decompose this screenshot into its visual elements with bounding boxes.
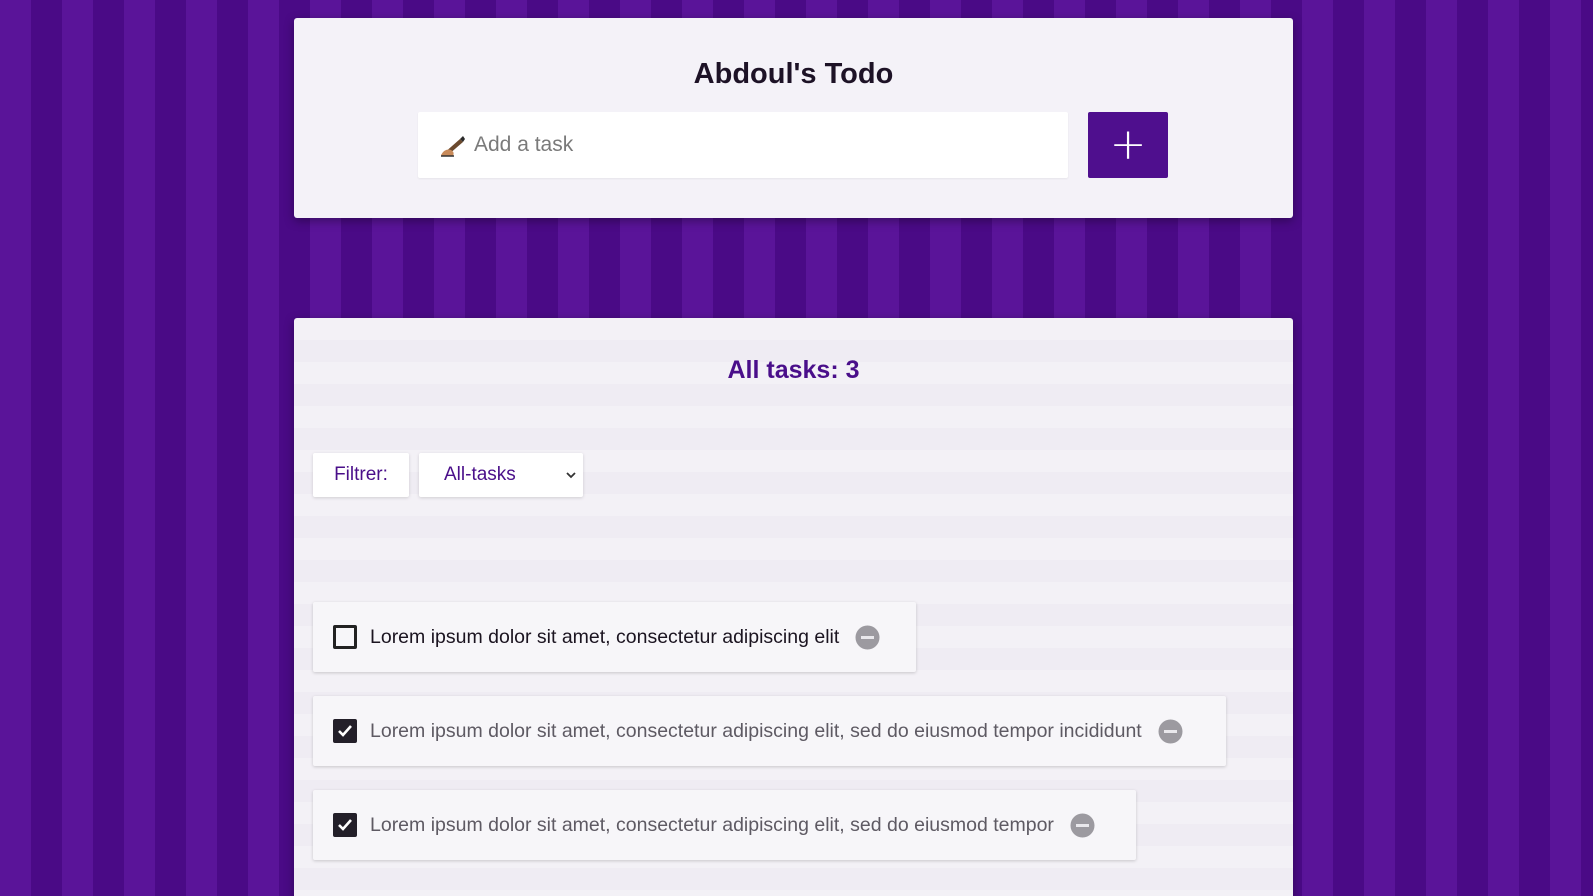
add-task-card: Abdoul's Todo + <box>294 18 1293 218</box>
task-item: Lorem ipsum dolor sit amet, consectetur … <box>313 790 1136 860</box>
filter-select[interactable]: All-tasks <box>419 453 583 497</box>
checkmark-icon <box>338 725 352 737</box>
tasks-card: All tasks: 3 Filtrer: All-tasks Lorem ip… <box>294 318 1293 896</box>
add-task-button[interactable]: + <box>1088 112 1168 178</box>
filter-label: Filtrer: <box>313 453 409 497</box>
app-title: Abdoul's Todo <box>693 58 894 90</box>
filter-selected-value: All-tasks <box>444 464 516 485</box>
remove-icon[interactable] <box>1158 719 1183 744</box>
add-task-field[interactable] <box>418 112 1068 178</box>
task-checkbox[interactable] <box>333 719 357 743</box>
task-text: Lorem ipsum dolor sit amet, consectetur … <box>370 719 1142 742</box>
task-checkbox[interactable] <box>333 813 357 837</box>
task-item: Lorem ipsum dolor sit amet, consectetur … <box>313 602 916 672</box>
remove-icon[interactable] <box>855 625 880 650</box>
checkmark-icon <box>338 819 352 831</box>
task-text: Lorem ipsum dolor sit amet, consectetur … <box>370 813 1054 836</box>
add-task-input[interactable] <box>472 132 1036 158</box>
task-item: Lorem ipsum dolor sit amet, consectetur … <box>313 696 1226 766</box>
chevron-down-icon <box>566 472 576 479</box>
task-checkbox[interactable] <box>333 625 357 649</box>
remove-icon[interactable] <box>1070 813 1095 838</box>
tasks-count-heading: All tasks: 3 <box>727 356 860 384</box>
writing-hand-icon <box>441 136 465 157</box>
task-text: Lorem ipsum dolor sit amet, consectetur … <box>370 625 840 648</box>
